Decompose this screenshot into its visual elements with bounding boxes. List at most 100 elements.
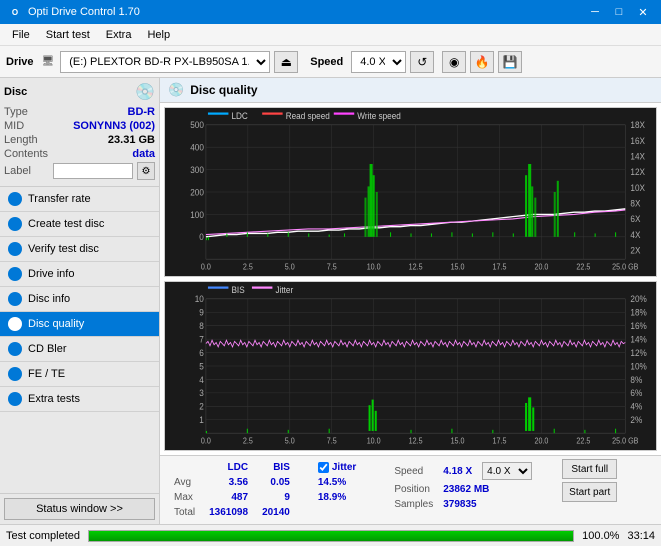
nav-icon-extra-tests bbox=[8, 392, 22, 406]
scan-button[interactable]: ◉ bbox=[442, 51, 466, 73]
svg-text:2%: 2% bbox=[630, 415, 642, 425]
sidebar-item-disc-quality[interactable]: Disc quality bbox=[0, 312, 159, 337]
label-action-button[interactable]: ⚙ bbox=[137, 162, 155, 180]
svg-text:300: 300 bbox=[190, 165, 204, 175]
sidebar-item-create-test-disc[interactable]: Create test disc bbox=[0, 212, 159, 237]
jitter-checkbox[interactable] bbox=[318, 462, 329, 473]
svg-text:25.0 GB: 25.0 GB bbox=[612, 262, 638, 271]
svg-text:6%: 6% bbox=[630, 388, 642, 398]
nav-icon-create-test-disc bbox=[8, 217, 22, 231]
svg-text:2.5: 2.5 bbox=[243, 436, 253, 445]
svg-text:0.0: 0.0 bbox=[201, 436, 211, 445]
save-button[interactable]: 💾 bbox=[498, 51, 522, 73]
menu-file[interactable]: File bbox=[4, 27, 38, 43]
start-part-button[interactable]: Start part bbox=[562, 482, 617, 502]
speed-info-value: 4.18 X bbox=[439, 461, 476, 481]
menubar: File Start test Extra Help bbox=[0, 24, 661, 46]
nav-items: Transfer rate Create test disc Verify te… bbox=[0, 187, 159, 493]
chart-bis: BIS Jitter bbox=[164, 281, 657, 451]
svg-text:2.5: 2.5 bbox=[243, 262, 253, 271]
svg-text:20.0: 20.0 bbox=[534, 262, 548, 271]
svg-text:14X: 14X bbox=[630, 151, 645, 161]
speed-info-label: Speed bbox=[390, 461, 437, 481]
drive-icon: 🖥 bbox=[42, 56, 55, 67]
chart-ldc-svg: LDC Read speed Write speed bbox=[165, 108, 656, 276]
disc-panel: Disc 💿 Type BD-R MID SONYNN3 (002) Lengt… bbox=[0, 78, 159, 187]
sidebar-item-cd-bler[interactable]: CD Bler bbox=[0, 337, 159, 362]
svg-text:8%: 8% bbox=[630, 374, 642, 384]
mid-value: SONYNN3 (002) bbox=[73, 120, 155, 132]
total-label: Total bbox=[168, 506, 201, 519]
nav-label-drive-info: Drive info bbox=[28, 268, 74, 280]
mid-label: MID bbox=[4, 120, 24, 132]
elapsed-time: 33:14 bbox=[627, 530, 655, 542]
svg-text:12X: 12X bbox=[630, 167, 645, 177]
start-full-button[interactable]: Start full bbox=[562, 459, 617, 479]
max-label: Max bbox=[168, 491, 201, 504]
nav-label-disc-info: Disc info bbox=[28, 293, 70, 305]
app-logo: O bbox=[8, 5, 22, 19]
menu-help[interactable]: Help bbox=[139, 27, 178, 43]
menu-start-test[interactable]: Start test bbox=[38, 27, 98, 43]
sidebar-item-fe-te[interactable]: FE / TE bbox=[0, 362, 159, 387]
svg-text:5.0: 5.0 bbox=[285, 262, 295, 271]
svg-text:BIS: BIS bbox=[231, 285, 244, 295]
nav-icon-drive-info bbox=[8, 267, 22, 281]
svg-text:8X: 8X bbox=[630, 198, 640, 208]
stats-table: LDC BIS Jitter Avg 3.5 bbox=[166, 459, 364, 521]
avg-label: Avg bbox=[168, 476, 201, 489]
main-layout: Disc 💿 Type BD-R MID SONYNN3 (002) Lengt… bbox=[0, 78, 661, 524]
nav-label-create-test-disc: Create test disc bbox=[28, 218, 104, 230]
col-ldc: LDC bbox=[203, 461, 254, 474]
svg-text:Write speed: Write speed bbox=[357, 111, 401, 121]
col-bis: BIS bbox=[256, 461, 296, 474]
svg-text:6X: 6X bbox=[630, 214, 640, 224]
status-window-button[interactable]: Status window >> bbox=[4, 498, 155, 520]
charts-area: LDC Read speed Write speed bbox=[160, 103, 661, 455]
sidebar-item-disc-info[interactable]: Disc info bbox=[0, 287, 159, 312]
total-ldc: 1361098 bbox=[203, 506, 254, 519]
minimize-button[interactable]: ─ bbox=[585, 4, 605, 20]
drive-select[interactable]: (E:) PLEXTOR BD-R PX-LB950SA 1.06 bbox=[60, 51, 270, 73]
nav-icon-verify-test-disc bbox=[8, 242, 22, 256]
svg-text:16X: 16X bbox=[630, 135, 645, 145]
sidebar: Disc 💿 Type BD-R MID SONYNN3 (002) Lengt… bbox=[0, 78, 160, 524]
jitter-check-label: Jitter bbox=[332, 462, 356, 473]
titlebar-controls: ─ □ ✕ bbox=[585, 4, 653, 20]
svg-text:7.5: 7.5 bbox=[327, 262, 337, 271]
svg-text:25.0 GB: 25.0 GB bbox=[612, 436, 638, 445]
disc-quality-icon: 💿 bbox=[168, 82, 184, 98]
nav-label-fe-te: FE / TE bbox=[28, 368, 65, 380]
contents-label: Contents bbox=[4, 148, 48, 160]
sidebar-item-drive-info[interactable]: Drive info bbox=[0, 262, 159, 287]
sidebar-item-transfer-rate[interactable]: Transfer rate bbox=[0, 187, 159, 212]
close-button[interactable]: ✕ bbox=[633, 4, 653, 20]
menu-extra[interactable]: Extra bbox=[98, 27, 140, 43]
svg-text:12.5: 12.5 bbox=[409, 436, 423, 445]
svg-text:15.0: 15.0 bbox=[451, 436, 465, 445]
sidebar-item-extra-tests[interactable]: Extra tests bbox=[0, 387, 159, 412]
svg-text:Jitter: Jitter bbox=[275, 285, 293, 295]
eject-button[interactable]: ⏏ bbox=[274, 51, 298, 73]
chart-ldc: LDC Read speed Write speed bbox=[164, 107, 657, 277]
maximize-button[interactable]: □ bbox=[609, 4, 629, 20]
sidebar-item-verify-test-disc[interactable]: Verify test disc bbox=[0, 237, 159, 262]
refresh-button[interactable]: ↺ bbox=[410, 51, 434, 73]
stats-area: LDC BIS Jitter Avg 3.5 bbox=[160, 455, 661, 524]
avg-jitter: 14.5% bbox=[312, 476, 362, 489]
content-header: 💿 Disc quality bbox=[160, 78, 661, 103]
label-row: ⚙ bbox=[53, 162, 155, 180]
content-area: 💿 Disc quality LDC Read speed Write bbox=[160, 78, 661, 524]
type-label: Type bbox=[4, 106, 28, 118]
jitter-check-cell: Jitter bbox=[312, 461, 362, 474]
speed-dropdown[interactable]: 4.0 X bbox=[482, 462, 532, 480]
svg-text:7.5: 7.5 bbox=[327, 436, 337, 445]
erase-button[interactable]: 🔥 bbox=[470, 51, 494, 73]
svg-text:18%: 18% bbox=[630, 307, 647, 317]
speed-select[interactable]: 4.0 X bbox=[351, 51, 406, 73]
disc-label-input[interactable] bbox=[53, 163, 133, 179]
svg-text:10%: 10% bbox=[630, 361, 647, 371]
svg-text:6: 6 bbox=[199, 348, 204, 358]
position-label: Position bbox=[390, 483, 437, 496]
svg-text:14%: 14% bbox=[630, 334, 647, 344]
